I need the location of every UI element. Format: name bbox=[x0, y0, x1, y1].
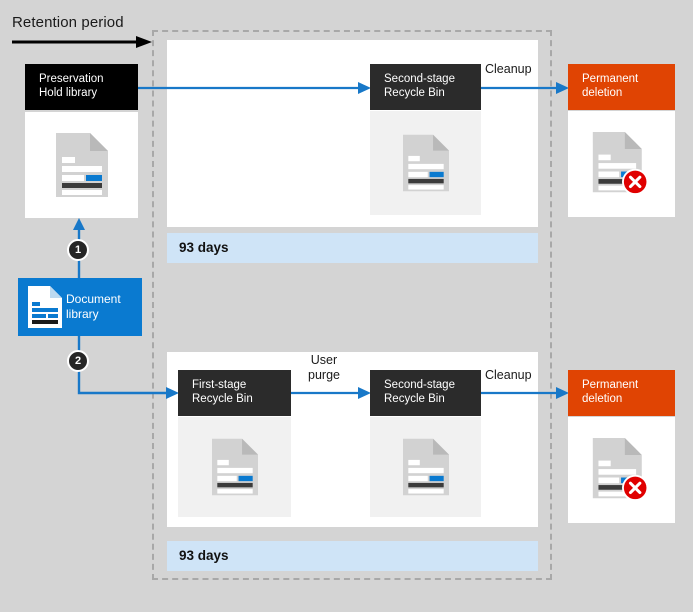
bottom-permanent-deletion-box[interactable]: Permanent deletion bbox=[568, 370, 675, 416]
bottom-retention-bar-label: 93 days bbox=[179, 548, 229, 563]
bottom-second-stage-recycle-bin-line2: Recycle Bin bbox=[384, 393, 445, 405]
top-second-stage-recycle-bin-line2: Recycle Bin bbox=[384, 87, 445, 99]
top-flow-panel bbox=[167, 40, 538, 227]
document-deleted-icon bbox=[592, 132, 648, 196]
document-icon bbox=[28, 286, 62, 328]
top-permanent-deletion-line2: deletion bbox=[582, 87, 623, 99]
document-library-line2: library bbox=[66, 307, 99, 321]
top-cleanup-label: Cleanup bbox=[485, 62, 532, 76]
bottom-second-stage-recycle-bin-line1: Second-stage bbox=[384, 379, 455, 391]
preservation-hold-library-line1: Preservation bbox=[39, 73, 104, 85]
retention-period-arrow-icon bbox=[12, 36, 152, 48]
preservation-hold-library-thumbnail bbox=[25, 112, 138, 218]
user-purge-label-line1: User bbox=[310, 353, 338, 367]
step-marker-1-number: 1 bbox=[74, 244, 82, 256]
top-permanent-deletion-line1: Permanent bbox=[582, 73, 639, 85]
diagram-canvas: Retention period 93 days 93 days Preserv… bbox=[0, 0, 693, 612]
red-x-icon bbox=[621, 474, 648, 502]
step-marker-1: 1 bbox=[67, 239, 89, 261]
retention-period-label: Retention period bbox=[12, 14, 124, 31]
document-library-line1: Document bbox=[66, 292, 121, 306]
document-library-label: Document library bbox=[66, 292, 121, 322]
document-deleted-icon bbox=[592, 438, 648, 502]
top-retention-bar-label: 93 days bbox=[179, 240, 229, 255]
top-second-stage-recycle-bin-line1: Second-stage bbox=[384, 73, 455, 85]
document-icon bbox=[211, 438, 258, 496]
top-retention-bar: 93 days bbox=[167, 233, 538, 263]
step-marker-2-number: 2 bbox=[74, 355, 82, 367]
preservation-hold-library-box[interactable]: Preservation Hold library bbox=[25, 64, 138, 110]
first-stage-recycle-bin-line2: Recycle Bin bbox=[192, 393, 253, 405]
first-stage-recycle-bin-line1: First-stage bbox=[192, 379, 247, 391]
first-stage-recycle-bin-thumbnail bbox=[178, 417, 291, 517]
step-marker-2: 2 bbox=[67, 350, 89, 372]
user-purge-label-line2: purge bbox=[308, 368, 340, 382]
bottom-second-stage-recycle-bin-thumbnail bbox=[370, 417, 481, 517]
document-library-box[interactable]: Document library bbox=[18, 278, 142, 336]
bottom-second-stage-recycle-bin-box[interactable]: Second-stage Recycle Bin bbox=[370, 370, 481, 416]
bottom-permanent-deletion-thumbnail bbox=[568, 417, 675, 523]
document-icon bbox=[402, 438, 449, 496]
user-purge-label: User purge bbox=[308, 353, 340, 383]
document-icon bbox=[402, 134, 449, 192]
bottom-cleanup-label: Cleanup bbox=[485, 368, 532, 382]
document-icon bbox=[55, 133, 108, 197]
red-x-icon bbox=[621, 168, 648, 196]
bottom-retention-bar: 93 days bbox=[167, 541, 538, 571]
bottom-permanent-deletion-line1: Permanent bbox=[582, 379, 639, 391]
top-permanent-deletion-box[interactable]: Permanent deletion bbox=[568, 64, 675, 110]
first-stage-recycle-bin-box[interactable]: First-stage Recycle Bin bbox=[178, 370, 291, 416]
preservation-hold-library-line2: Hold library bbox=[39, 87, 98, 99]
top-second-stage-recycle-bin-box[interactable]: Second-stage Recycle Bin bbox=[370, 64, 481, 110]
bottom-permanent-deletion-line2: deletion bbox=[582, 393, 623, 405]
top-second-stage-recycle-bin-thumbnail bbox=[370, 111, 481, 215]
top-permanent-deletion-thumbnail bbox=[568, 111, 675, 217]
